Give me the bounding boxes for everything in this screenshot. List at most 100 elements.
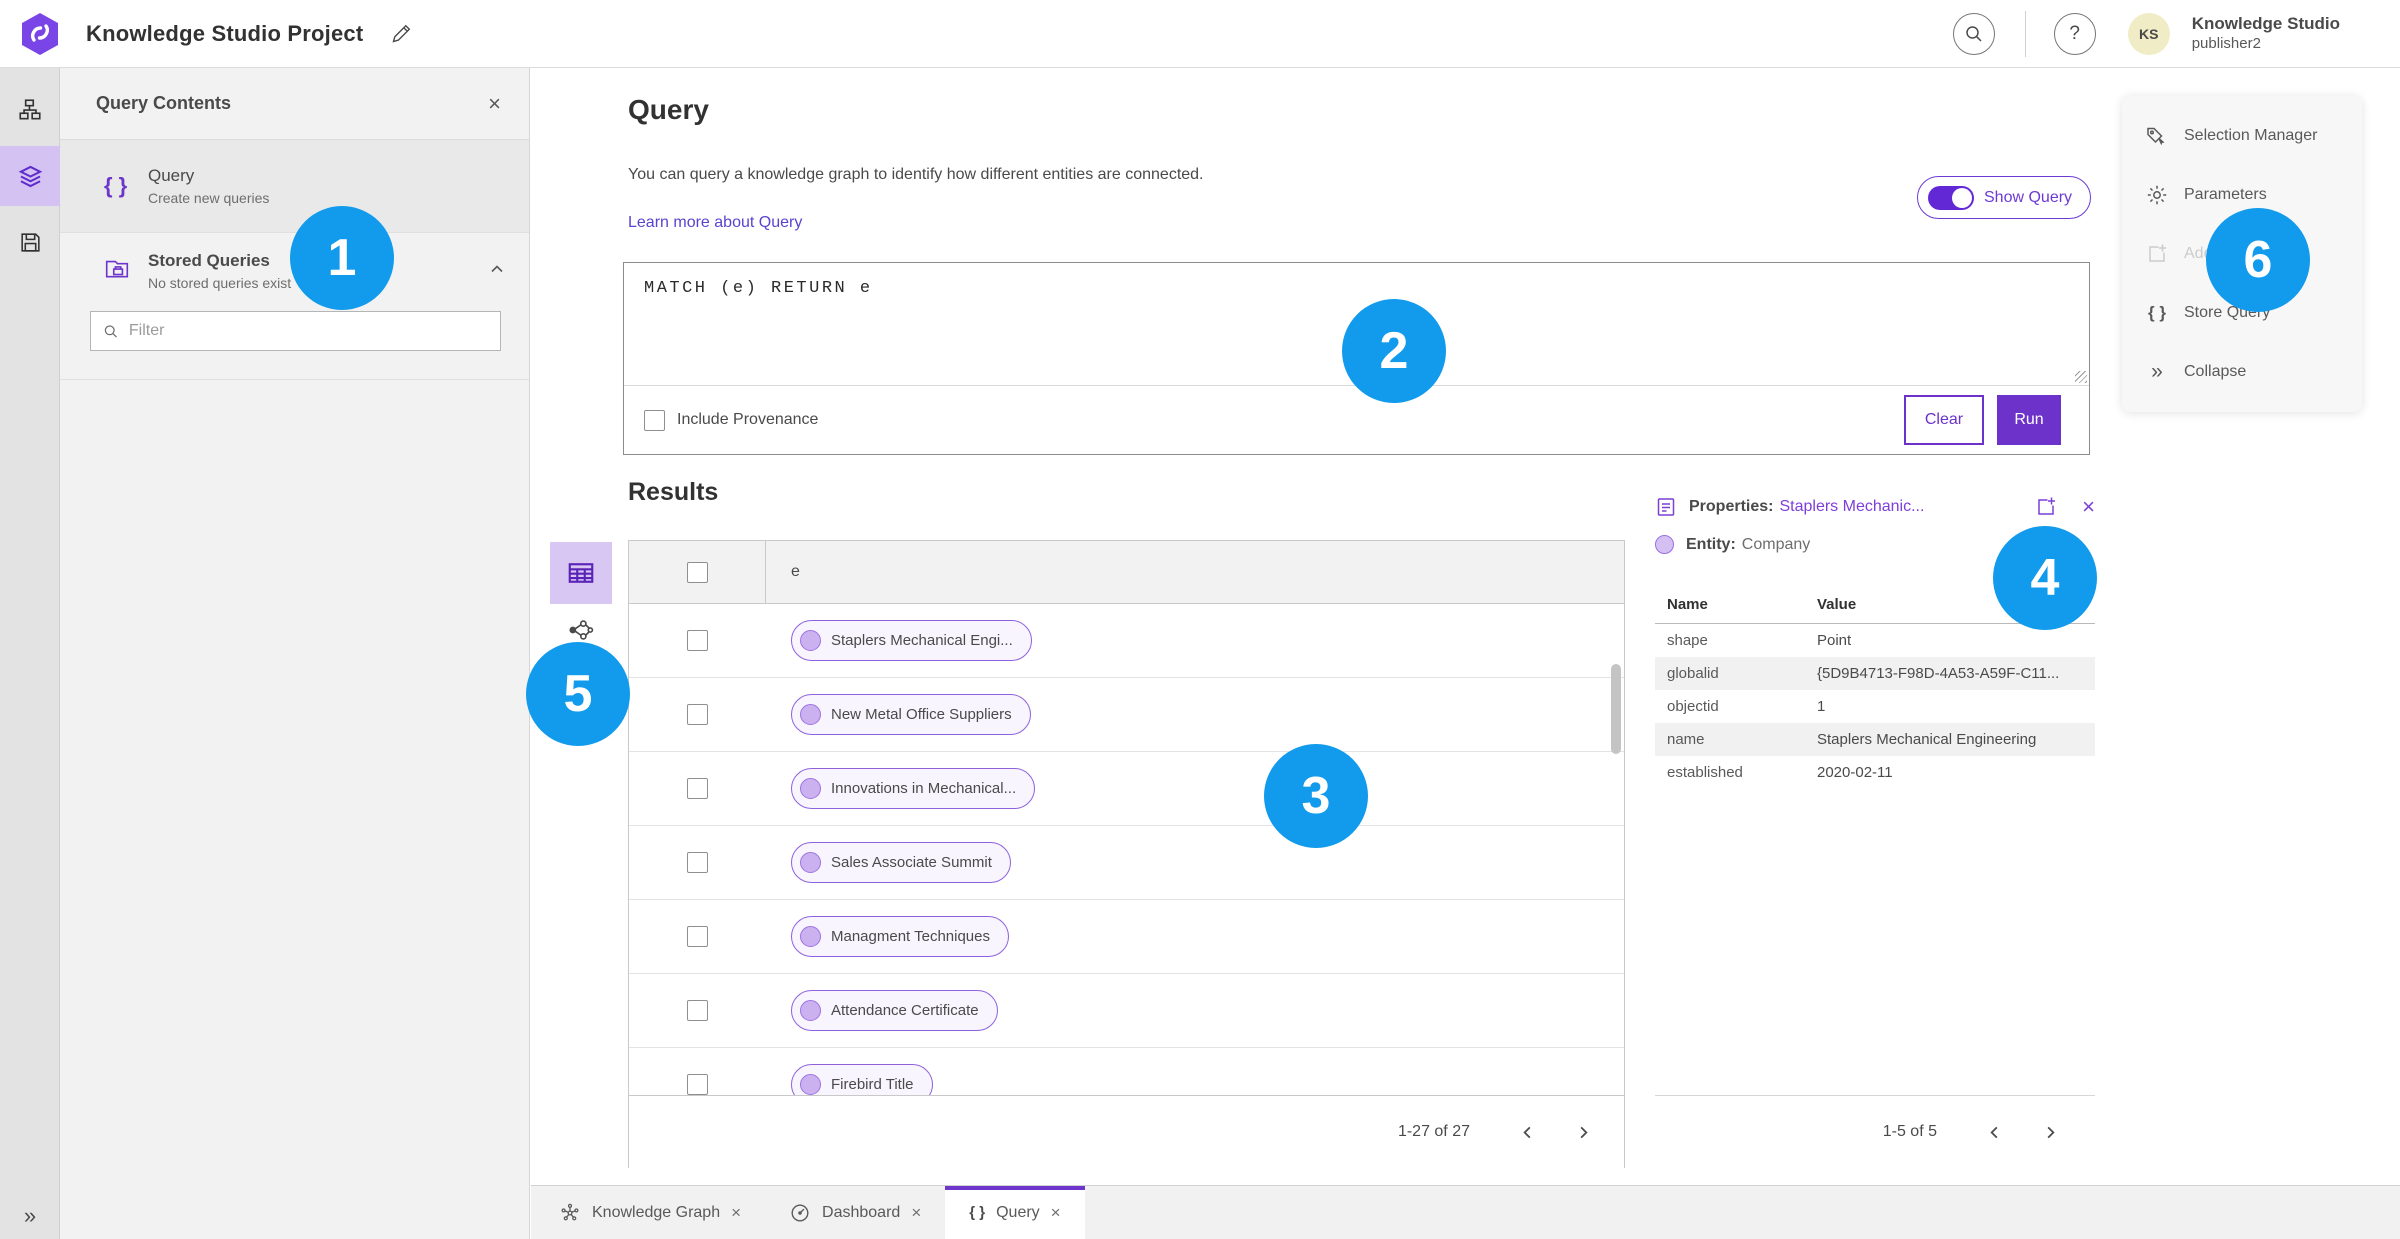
entity-chip[interactable]: Staplers Mechanical Engi...	[791, 620, 1032, 661]
callout-badge-3: 3	[1264, 744, 1368, 848]
query-item-text: Query Create new queries	[148, 166, 269, 206]
user-info[interactable]: Knowledge Studio publisher2	[2192, 14, 2340, 52]
bottom-tab-bar: Knowledge Graph × Dashboard × { } Query …	[531, 1185, 2400, 1239]
entity-type: Company	[1741, 535, 1811, 553]
show-query-label: Show Query	[1984, 188, 2073, 206]
user-name: Knowledge Studio	[2191, 14, 2340, 34]
layers-icon	[18, 165, 42, 187]
help-button[interactable]: ?	[2053, 12, 2096, 55]
table-row: Staplers Mechanical Engi...	[629, 604, 1624, 678]
row-checkbox[interactable]	[687, 1074, 708, 1095]
properties-label: Properties:	[1689, 498, 1774, 515]
query-text: MATCH (e) RETURN e	[644, 279, 873, 298]
entity-dot-icon	[1655, 535, 1674, 554]
sidebar-item-query[interactable]: { } Query Create new queries	[60, 140, 529, 233]
add-to-map-icon	[2145, 242, 2169, 266]
entity-chip[interactable]: Managment Techniques	[791, 916, 1009, 957]
row-checkbox-cell	[629, 974, 766, 1047]
properties-pagination-text: 1-5 of 5	[1882, 1123, 1937, 1140]
close-properties-button[interactable]: ×	[2082, 496, 2095, 518]
entity-dot-icon	[800, 778, 821, 799]
menu-item-collapse[interactable]: » Collapse	[2122, 342, 2362, 401]
knowledge-studio-app: { "header": { "title": "Knowledge Studio…	[0, 0, 2400, 1239]
select-all-cell	[629, 541, 766, 603]
collapse-section-button[interactable]	[489, 261, 505, 282]
results-scrollbar-thumb[interactable]	[1611, 664, 1621, 754]
entity-chip[interactable]: Attendance Certificate	[791, 990, 998, 1031]
save-icon	[20, 232, 40, 252]
rail-query-button[interactable]	[0, 146, 60, 206]
properties-icon	[1657, 498, 1675, 516]
next-page-button[interactable]	[2031, 1113, 2069, 1151]
properties-header: Properties: Staplers Mechanic... ×	[1655, 495, 2095, 519]
stored-queries-sublabel: No stored queries exist	[148, 275, 292, 291]
tab-query[interactable]: { } Query ×	[945, 1186, 1085, 1239]
query-item-label: Query	[148, 166, 195, 185]
expand-rail-button[interactable]: »	[0, 1203, 60, 1229]
stored-queries-label: Stored Queries	[148, 251, 270, 270]
close-icon: ×	[488, 90, 501, 116]
table-row: New Metal Office Suppliers	[629, 678, 1624, 752]
row-checkbox[interactable]	[687, 852, 708, 873]
close-tab-icon[interactable]: ×	[1051, 1203, 1061, 1223]
properties-pagination: 1-5 of 5	[1655, 1095, 2095, 1168]
stored-queries-text: Stored Queries No stored queries exist	[148, 251, 291, 291]
run-button[interactable]: Run	[1997, 395, 2061, 445]
close-tab-icon[interactable]: ×	[911, 1203, 921, 1223]
row-checkbox-cell	[629, 752, 766, 825]
search-button[interactable]	[1952, 12, 1995, 55]
header-actions: ? KS Knowledge Studio publisher2	[1952, 10, 2340, 57]
close-panel-button[interactable]: ×	[488, 91, 501, 117]
include-provenance-checkbox[interactable]	[644, 409, 665, 431]
properties-entity-name[interactable]: Staplers Mechanic...	[1779, 498, 1924, 516]
menu-item-selection-manager[interactable]: Selection Manager	[2122, 106, 2362, 165]
previous-page-button[interactable]	[1508, 1113, 1546, 1151]
help-icon: ?	[2069, 22, 2080, 44]
entity-chip[interactable]: Sales Associate Summit	[791, 842, 1011, 883]
filter-box	[90, 311, 501, 351]
column-header-value: Value	[1817, 596, 1857, 613]
property-row: established 2020-02-11	[1667, 764, 1893, 781]
callout-badge-2: 2	[1342, 299, 1446, 403]
entity-chip[interactable]: New Metal Office Suppliers	[791, 694, 1031, 735]
entity-chip[interactable]: Firebird Title	[791, 1064, 933, 1095]
next-page-button[interactable]	[1564, 1113, 1602, 1151]
previous-page-button[interactable]	[1975, 1113, 2013, 1151]
row-checkbox[interactable]	[687, 1000, 708, 1021]
filter-input[interactable]	[128, 322, 488, 340]
chevron-left-icon	[1989, 1126, 1997, 1138]
braces-icon: { }	[2148, 302, 2166, 322]
entity-chip[interactable]: Innovations in Mechanical...	[791, 768, 1036, 809]
resize-grip[interactable]	[2075, 371, 2087, 383]
app-header: Knowledge Studio Project ? KS Knowledge …	[0, 0, 2400, 68]
row-checkbox[interactable]	[687, 778, 708, 799]
query-page: Query You can query a knowledge graph to…	[531, 68, 2400, 1185]
close-tab-icon[interactable]: ×	[731, 1203, 741, 1223]
include-provenance-label: Include Provenance	[677, 411, 819, 428]
row-checkbox-cell	[629, 900, 766, 973]
table-view-button[interactable]	[550, 542, 612, 604]
show-query-toggle[interactable]: Show Query	[1917, 176, 2091, 219]
tab-knowledge-graph[interactable]: Knowledge Graph ×	[535, 1186, 765, 1239]
panel-divider	[60, 379, 529, 380]
rail-hierarchy-button[interactable]	[0, 80, 60, 140]
page-title: Query	[628, 94, 709, 125]
add-to-map-icon[interactable]	[2034, 495, 2058, 519]
row-checkbox[interactable]	[687, 926, 708, 947]
table-row: Innovations in Mechanical...	[629, 752, 1624, 826]
tab-dashboard[interactable]: Dashboard ×	[765, 1186, 945, 1239]
rail-save-button[interactable]	[0, 212, 60, 272]
select-all-checkbox[interactable]	[686, 561, 708, 583]
clear-button[interactable]: Clear	[1904, 395, 1984, 445]
property-row: globalid {5D9B4713-F98D-4A53-A59F-C11...	[1655, 657, 2095, 690]
learn-more-link[interactable]: Learn more about Query	[628, 214, 802, 232]
results-pagination: 1-27 of 27	[629, 1095, 1624, 1168]
query-contents-header: Query Contents ×	[60, 68, 529, 140]
row-checkbox[interactable]	[687, 704, 708, 725]
gear-icon	[2145, 183, 2169, 207]
edit-title-icon[interactable]	[389, 22, 413, 46]
avatar[interactable]: KS	[2127, 12, 2170, 55]
row-checkbox[interactable]	[687, 630, 708, 651]
avatar-initials: KS	[2138, 25, 2159, 42]
stored-queries-folder-icon	[104, 255, 148, 287]
